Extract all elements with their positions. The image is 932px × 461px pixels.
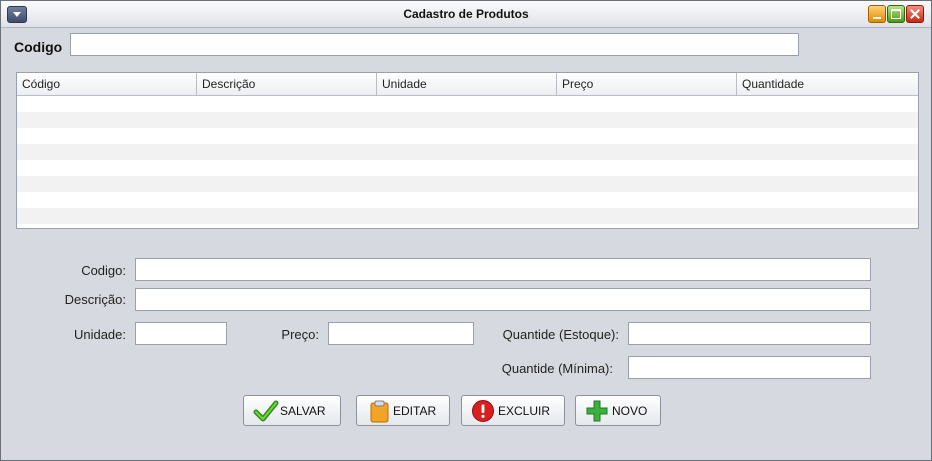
quantidade-minima-label: Quantide (Mínima):	[501, 361, 613, 376]
unidade-label: Unidade:	[73, 327, 126, 342]
error-icon	[472, 399, 494, 422]
excluir-button-label: EXCLUIR	[498, 403, 551, 418]
table-header: Código Descrição Unidade Preço Quantidad…	[17, 73, 918, 96]
novo-button[interactable]: NOVO	[575, 395, 661, 426]
maximize-icon[interactable]	[887, 5, 905, 23]
preco-field[interactable]	[328, 322, 474, 345]
descricao-label: Descrição:	[64, 292, 126, 307]
editar-button-label: EDITAR	[393, 403, 437, 418]
main-window: Cadastro de Produtos Codigo Código Descr…	[0, 0, 932, 461]
quantidade-minima-field[interactable]	[628, 356, 871, 379]
editar-button[interactable]: EDITAR	[356, 395, 450, 426]
table-row[interactable]	[17, 208, 918, 224]
column-header-codigo[interactable]: Código	[17, 73, 197, 95]
products-table[interactable]: Código Descrição Unidade Preço Quantidad…	[16, 72, 919, 229]
excluir-button[interactable]: EXCLUIR	[461, 395, 565, 426]
salvar-button[interactable]: SALVAR	[243, 395, 341, 426]
search-input[interactable]	[70, 33, 799, 56]
table-row[interactable]	[17, 160, 918, 176]
column-header-quantidade[interactable]: Quantidade	[737, 73, 918, 95]
window-title: Cadastro de Produtos	[403, 7, 529, 21]
column-header-preco[interactable]: Preço	[557, 73, 737, 95]
table-row[interactable]	[17, 112, 918, 128]
table-row[interactable]	[17, 192, 918, 208]
plus-icon	[586, 400, 608, 421]
table-row[interactable]	[17, 96, 918, 112]
preco-label: Preço:	[281, 327, 319, 342]
table-row[interactable]	[17, 176, 918, 192]
close-icon[interactable]	[906, 5, 924, 23]
quantidade-estoque-field[interactable]	[628, 322, 871, 345]
title-bar: Cadastro de Produtos	[1, 1, 931, 28]
codigo-field[interactable]	[135, 258, 871, 281]
quantidade-estoque-label: Quantide (Estoque):	[502, 327, 619, 342]
check-icon	[253, 400, 279, 421]
search-label: Codigo	[14, 39, 63, 55]
column-header-descricao[interactable]: Descrição	[197, 73, 377, 95]
table-row[interactable]	[17, 128, 918, 144]
descricao-field[interactable]	[135, 288, 871, 311]
codigo-label: Codigo:	[81, 263, 126, 278]
unidade-field[interactable]	[135, 322, 227, 345]
minimize-icon[interactable]	[868, 5, 886, 23]
table-row[interactable]	[17, 144, 918, 160]
novo-button-label: NOVO	[612, 403, 648, 418]
column-header-unidade[interactable]: Unidade	[377, 73, 557, 95]
clipboard-icon	[370, 400, 389, 422]
salvar-button-label: SALVAR	[280, 403, 326, 418]
